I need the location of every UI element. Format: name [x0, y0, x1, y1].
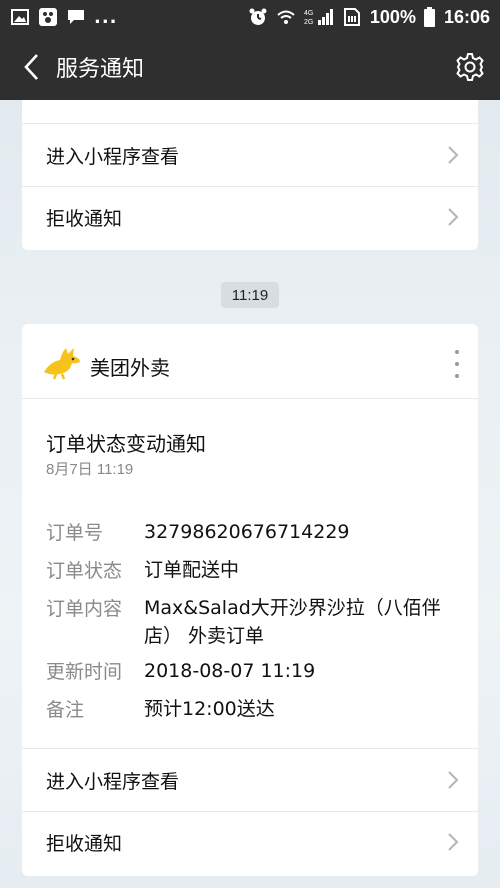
chevron-right-icon: [448, 833, 459, 851]
gallery-notification-icon: [10, 7, 30, 27]
clock: 16:06: [443, 6, 490, 27]
cell-signal-icon: 4G 2G: [304, 7, 334, 27]
enter-mini-program-label: 进入小程序查看: [46, 770, 180, 793]
paw-app-notification-icon: [38, 7, 58, 27]
enter-mini-program-row[interactable]: 进入小程序查看: [22, 749, 478, 811]
reject-notification-label: 拒收通知: [46, 832, 123, 855]
status-left: ...: [10, 7, 118, 28]
alarm-icon: [248, 7, 268, 27]
field-value: 订单配送中: [144, 559, 240, 581]
meituan-notification-card: 美团外卖 订单状态变动通知 8月7日 11:19 订单号 32798620676…: [22, 324, 478, 876]
enter-mini-program-label: 进入小程序查看: [46, 145, 180, 168]
back-arrow-icon: [24, 54, 38, 80]
settings-button[interactable]: [454, 51, 486, 83]
divider: [22, 398, 478, 399]
field-value: 32798620676714229: [144, 521, 350, 543]
message-notification-icon: [66, 7, 86, 27]
field-value: 2018-08-07 11:19: [144, 660, 316, 682]
previous-notification-card: 进入小程序查看 拒收通知: [22, 100, 478, 250]
gear-icon: [456, 53, 484, 81]
chevron-right-icon: [448, 208, 459, 226]
message-timestamp: 11:19: [221, 282, 279, 308]
back-button[interactable]: [16, 47, 46, 87]
field-value: Max&Salad大开沙界沙拉（八佰伴店） 外卖订单: [144, 597, 441, 647]
more-options-button[interactable]: [452, 350, 462, 378]
enter-mini-program-row[interactable]: 进入小程序查看: [22, 124, 478, 186]
app-bar: 服务通知: [0, 34, 500, 100]
sim-icon: [342, 7, 362, 27]
field-label: 订单状态: [46, 560, 123, 582]
chevron-right-icon: [448, 146, 459, 164]
battery-icon: [424, 7, 436, 27]
more-notifications: ...: [94, 6, 118, 28]
battery-percent: 100%: [369, 6, 416, 27]
notification-title: 订单状态变动通知: [46, 432, 206, 456]
field-label: 备注: [46, 699, 85, 721]
signal-2g-label: 2G: [304, 19, 313, 26]
dot-icon: [455, 374, 459, 378]
reject-notification-row[interactable]: 拒收通知: [22, 186, 478, 248]
field-label: 订单号: [46, 522, 104, 544]
notification-date: 8月7日 11:19: [46, 461, 134, 478]
signal-4g-label: 4G: [304, 10, 313, 17]
status-right: 4G 2G 100% 16:06: [248, 7, 490, 28]
field-label: 订单内容: [46, 598, 123, 620]
chevron-right-icon: [448, 771, 459, 789]
field-label: 更新时间: [46, 661, 123, 683]
reject-notification-label: 拒收通知: [46, 207, 123, 230]
card-header: 美团外卖: [22, 324, 478, 398]
wifi-icon: [276, 7, 296, 27]
brand-name[interactable]: 美团外卖: [90, 352, 170, 381]
meituan-kangaroo-logo-icon[interactable]: [42, 346, 82, 380]
page-title: 服务通知: [56, 57, 145, 82]
dot-icon: [455, 350, 459, 354]
field-value: 预计12:00送达: [144, 698, 275, 720]
dot-icon: [455, 362, 459, 366]
status-bar: ... 4G 2G 100% 16:06: [0, 0, 500, 34]
reject-notification-row[interactable]: 拒收通知: [22, 811, 478, 873]
